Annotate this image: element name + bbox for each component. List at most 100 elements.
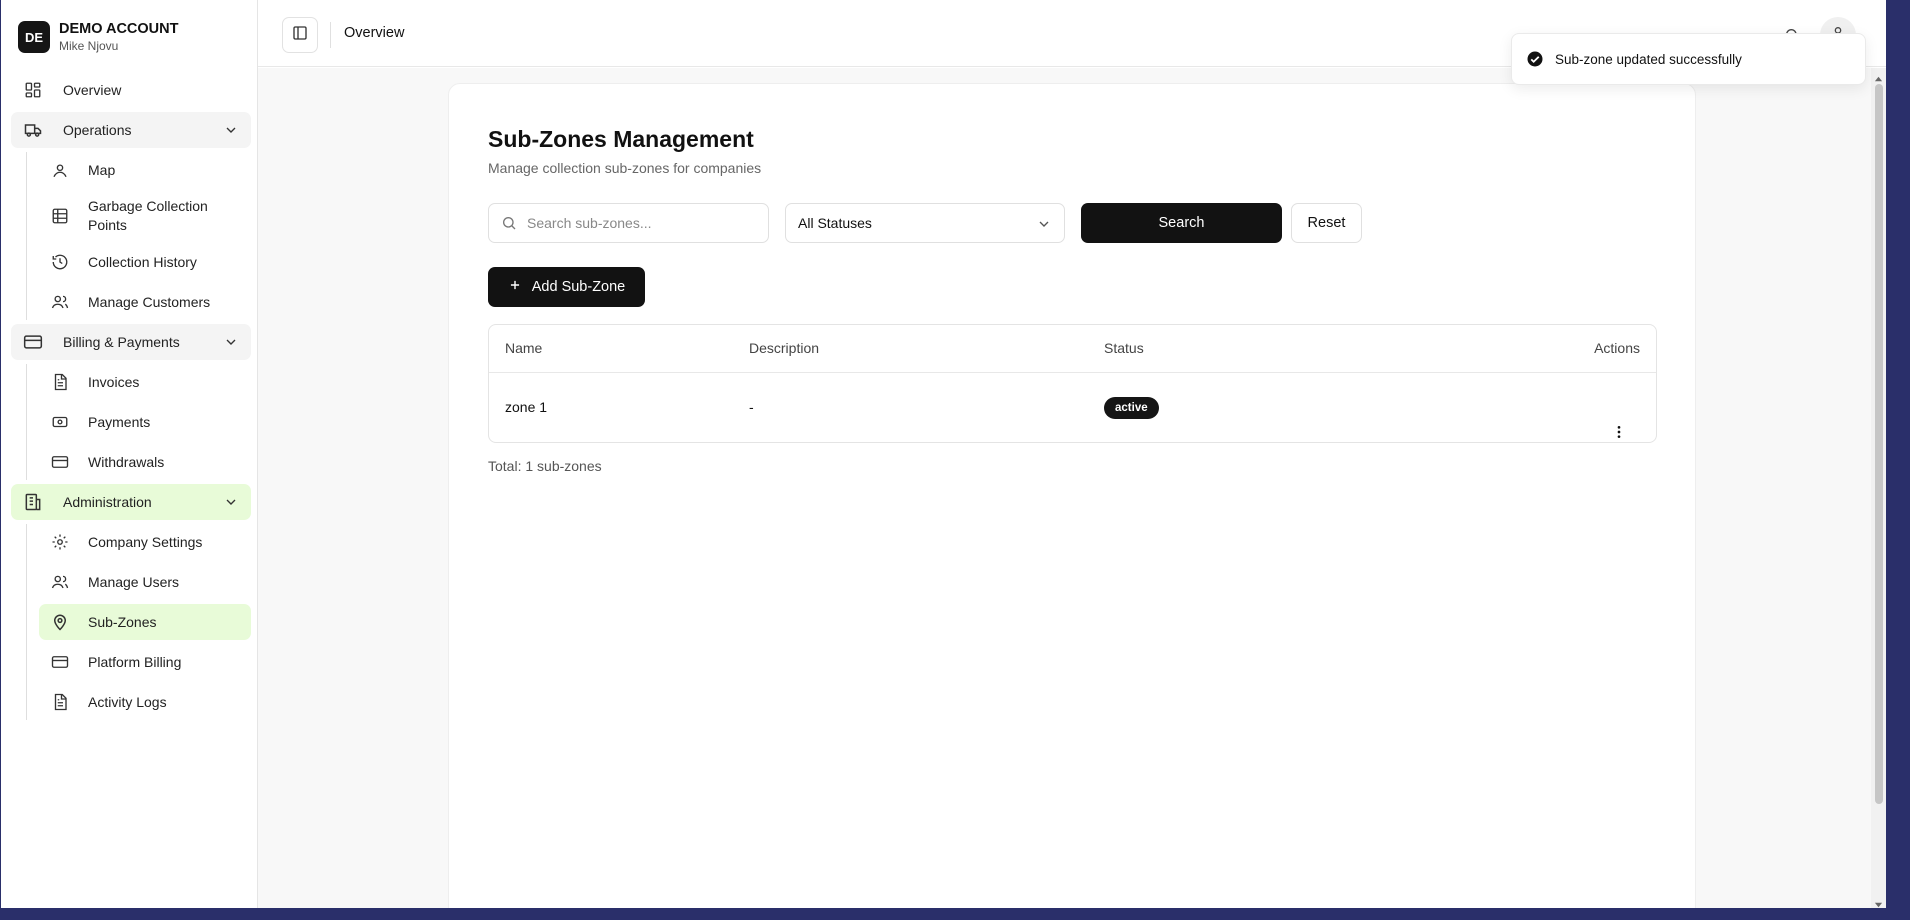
sidebar: DE DEMO ACCOUNT Mike Njovu Overview Oper… <box>1 0 258 908</box>
search-button[interactable]: Search <box>1081 203 1282 243</box>
table-row: zone 1 - active <box>489 373 1656 443</box>
sidebar-group-billing[interactable]: Billing & Payments <box>11 324 251 360</box>
vertical-scrollbar[interactable] <box>1871 68 1886 908</box>
sidebar-item-label: Collection History <box>88 253 197 270</box>
gear-icon <box>50 532 70 552</box>
sidebar-group-label: Administration <box>63 494 152 510</box>
status-filter-value: All Statuses <box>798 215 872 231</box>
building-icon <box>23 492 43 512</box>
wallet-icon <box>50 452 70 472</box>
header-divider <box>330 22 331 48</box>
sidebar-group-label: Operations <box>63 122 132 138</box>
sub-zones-table: Name Description Status Actions zone 1 -… <box>488 324 1657 443</box>
sidebar-item-platform-billing[interactable]: Platform Billing <box>39 644 251 680</box>
history-icon <box>50 252 70 272</box>
credit-card-icon <box>50 652 70 672</box>
sidebar-submenu-billing: Invoices Payments Withdrawals <box>26 364 251 480</box>
page-title: Sub-Zones Management <box>488 126 754 152</box>
status-filter-select[interactable]: All Statuses <box>785 203 1065 243</box>
credit-card-icon <box>23 332 43 352</box>
sidebar-item-company-settings[interactable]: Company Settings <box>39 524 251 560</box>
sidebar-submenu-administration: Company Settings Manage Users Sub-Zones <box>26 524 251 720</box>
account-switcher[interactable]: DE DEMO ACCOUNT Mike Njovu <box>1 0 257 58</box>
sidebar-item-label: Platform Billing <box>88 653 182 670</box>
status-badge: active <box>1104 397 1159 419</box>
account-name: DEMO ACCOUNT <box>59 21 179 37</box>
header-breadcrumb: Overview <box>344 25 405 41</box>
panel-left-icon <box>292 25 308 46</box>
sidebar-item-invoices[interactable]: Invoices <box>39 364 251 400</box>
chevron-down-icon <box>1036 216 1052 232</box>
chevron-down-icon <box>223 334 239 350</box>
sidebar-item-label: Map <box>88 161 116 178</box>
users-icon <box>50 572 70 592</box>
sidebar-item-label: Withdrawals <box>88 453 165 470</box>
scroll-down-arrow-icon[interactable] <box>1874 896 1883 908</box>
sidebar-nav: Overview Operations Map Garbage Collecti… <box>11 72 251 724</box>
sidebar-item-activity-logs[interactable]: Activity Logs <box>39 684 251 720</box>
sub-zones-card: Sub-Zones Management Manage collection s… <box>448 83 1696 908</box>
dashboard-icon <box>23 80 43 100</box>
file-text-icon <box>50 372 70 392</box>
truck-icon <box>23 120 43 140</box>
sidebar-item-manage-users[interactable]: Manage Users <box>39 564 251 600</box>
sidebar-toggle-button[interactable] <box>282 17 318 53</box>
sidebar-item-label: Manage Customers <box>88 293 211 310</box>
users-icon <box>50 292 70 312</box>
search-input[interactable] <box>527 215 747 231</box>
scrollbar-thumb[interactable] <box>1875 84 1883 804</box>
column-header-description: Description <box>749 340 820 356</box>
sidebar-item-sub-zones[interactable]: Sub-Zones <box>39 604 251 640</box>
search-icon <box>501 215 517 231</box>
column-header-name: Name <box>505 340 543 356</box>
main-content: Sub-Zones Management Manage collection s… <box>258 68 1871 908</box>
sidebar-item-map[interactable]: Map <box>39 152 251 188</box>
toast-message: Sub-zone updated successfully <box>1555 51 1742 67</box>
banknote-icon <box>50 412 70 432</box>
plus-icon <box>508 278 522 296</box>
column-header-actions: Actions <box>1594 340 1640 356</box>
sidebar-submenu-operations: Map Garbage Collection Points Collection… <box>26 152 251 320</box>
sidebar-item-label: Garbage Collection Points <box>88 198 208 233</box>
cell-name: zone 1 <box>505 399 548 415</box>
check-circle-icon <box>1526 50 1544 68</box>
success-toast: Sub-zone updated successfully <box>1511 33 1866 85</box>
add-sub-zone-button[interactable]: Add Sub-Zone <box>488 267 645 307</box>
sidebar-item-label: Company Settings <box>88 533 203 550</box>
row-actions-button[interactable] <box>1609 398 1629 438</box>
table-header: Name Description Status Actions <box>489 325 1656 373</box>
app-window: DE DEMO ACCOUNT Mike Njovu Overview Oper… <box>1 0 1886 908</box>
sidebar-item-label: Invoices <box>88 373 140 390</box>
reset-button[interactable]: Reset <box>1291 203 1362 243</box>
add-sub-zone-label: Add Sub-Zone <box>531 279 626 295</box>
more-vertical-icon <box>1611 424 1627 443</box>
account-avatar: DE <box>18 21 50 53</box>
sidebar-item-collection-history[interactable]: Collection History <box>39 244 251 280</box>
chevron-down-icon <box>223 494 239 510</box>
search-field[interactable] <box>488 203 769 243</box>
sidebar-group-operations[interactable]: Operations <box>11 112 251 148</box>
cell-description: - <box>749 399 754 415</box>
account-user: Mike Njovu <box>59 39 119 53</box>
sidebar-item-label: Overview <box>63 82 122 98</box>
scroll-up-arrow-icon[interactable] <box>1874 71 1883 82</box>
sidebar-item-overview[interactable]: Overview <box>11 72 251 108</box>
file-text-icon <box>50 692 70 712</box>
table-icon <box>50 206 70 226</box>
map-pin-icon <box>50 612 70 632</box>
sidebar-item-label: Sub-Zones <box>88 613 157 630</box>
column-header-status: Status <box>1104 340 1144 356</box>
sidebar-group-label: Billing & Payments <box>63 334 180 350</box>
map-pin-user-icon <box>50 160 70 180</box>
sidebar-item-label: Activity Logs <box>88 693 167 710</box>
total-count: Total: 1 sub-zones <box>488 458 602 474</box>
page-subtitle: Manage collection sub-zones for companie… <box>488 160 762 176</box>
chevron-down-icon <box>223 122 239 138</box>
sidebar-item-label: Payments <box>88 413 151 430</box>
sidebar-group-administration[interactable]: Administration <box>11 484 251 520</box>
sidebar-item-manage-customers[interactable]: Manage Customers <box>39 284 251 320</box>
sidebar-item-label: Manage Users <box>88 573 180 590</box>
sidebar-item-withdrawals[interactable]: Withdrawals <box>39 444 251 480</box>
sidebar-item-payments[interactable]: Payments <box>39 404 251 440</box>
sidebar-item-garbage-collection-points[interactable]: Garbage Collection Points <box>39 192 251 240</box>
